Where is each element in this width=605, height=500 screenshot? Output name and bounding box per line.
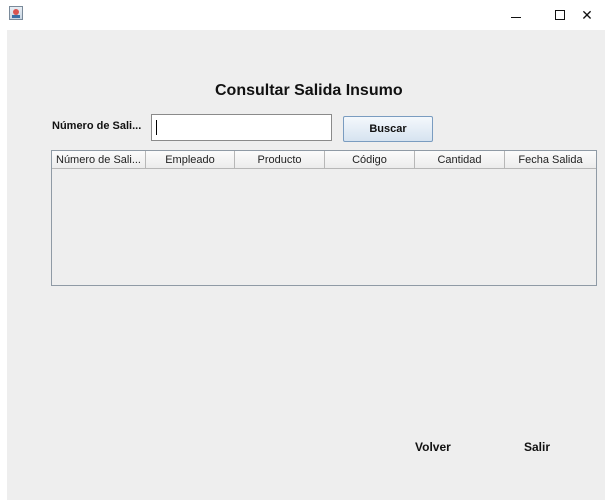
search-label: Número de Sali... xyxy=(52,120,142,132)
close-button[interactable]: ✕ xyxy=(564,0,605,30)
back-button[interactable]: Volver xyxy=(415,440,451,454)
minimize-icon xyxy=(511,16,521,18)
main-panel: Consultar Salida Insumo Número de Sali..… xyxy=(7,30,605,500)
title-bar: ✕ xyxy=(0,0,605,30)
column-header-cantidad[interactable]: Cantidad xyxy=(415,151,505,169)
column-header-codigo[interactable]: Código xyxy=(325,151,415,169)
minimize-button[interactable] xyxy=(493,0,539,30)
table-header: Número de Sali... Empleado Producto Códi… xyxy=(52,151,596,169)
column-header-empleado[interactable]: Empleado xyxy=(146,151,235,169)
column-header-numero[interactable]: Número de Sali... xyxy=(52,151,146,169)
page-title: Consultar Salida Insumo xyxy=(215,82,403,99)
column-header-fecha-salida[interactable]: Fecha Salida xyxy=(505,151,596,169)
exit-button[interactable]: Salir xyxy=(524,440,550,454)
java-app-icon[interactable] xyxy=(9,6,23,20)
close-icon: ✕ xyxy=(581,6,593,23)
search-button[interactable]: Buscar xyxy=(343,116,433,142)
column-header-producto[interactable]: Producto xyxy=(235,151,325,169)
results-table[interactable]: Número de Sali... Empleado Producto Códi… xyxy=(51,150,597,286)
text-caret xyxy=(156,120,157,135)
search-input[interactable] xyxy=(151,114,332,141)
